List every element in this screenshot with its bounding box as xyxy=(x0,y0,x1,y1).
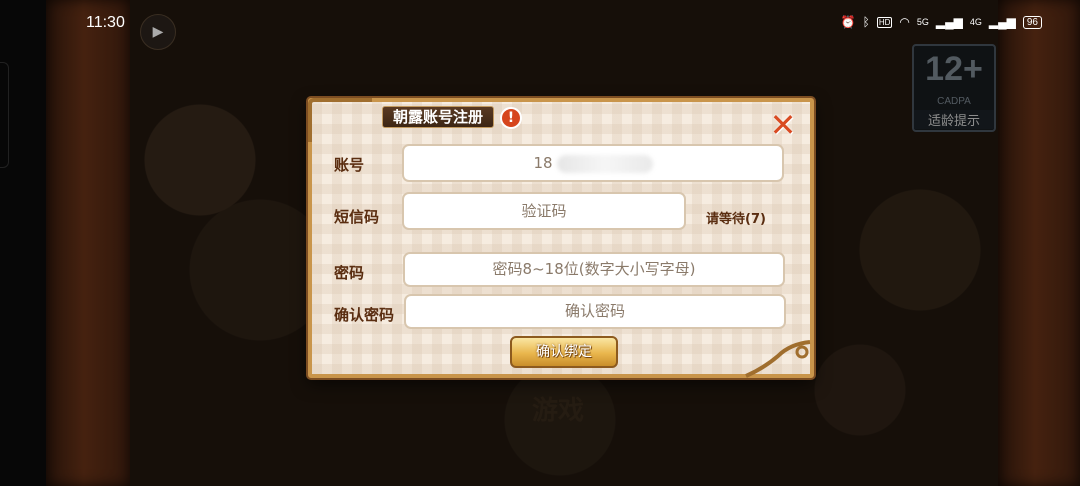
signal-5g-icon: 5G xyxy=(916,16,929,27)
redacted-mask xyxy=(556,154,653,173)
corner-ornament-tl xyxy=(308,98,372,142)
warning-icon[interactable]: ! xyxy=(500,107,522,129)
status-icons: ⏰ ᛒ HD ◠ 5G ▂▄▆ 4G ▂▄▆ 96 xyxy=(841,15,1042,29)
battery-icon: 96 xyxy=(1022,15,1042,29)
bluetooth-icon: ᛒ xyxy=(862,15,870,29)
account-field[interactable]: 18 xyxy=(402,144,784,182)
corner-ornament-br xyxy=(745,340,811,378)
sms-label: 短信码 xyxy=(334,208,380,226)
password-label: 密码 xyxy=(334,264,365,282)
hd-icon: HD xyxy=(876,16,893,28)
video-record-icon[interactable]: ▶ xyxy=(140,14,176,50)
confirm-password-label: 确认密码 xyxy=(334,306,395,324)
wifi-icon: ◠ xyxy=(899,15,910,29)
alarm-icon: ⏰ xyxy=(840,15,856,29)
signal-bars-icon: ▂▄▆ xyxy=(935,15,963,29)
register-dialog: 朝露账号注册 ! ✕ 账号 18 短信码 验证码 请等待(7) 密码 密码8~1… xyxy=(308,98,814,378)
signal-4g-icon: 4G xyxy=(969,16,982,27)
sms-code-field[interactable]: 验证码 xyxy=(402,192,686,230)
confirm-password-field[interactable]: 确认密码 xyxy=(404,294,786,329)
password-field[interactable]: 密码8~18位(数字大小写字母) xyxy=(403,252,785,287)
sms-wait-countdown: 请等待(7) xyxy=(706,212,766,227)
close-button[interactable]: ✕ xyxy=(768,109,798,141)
signal-bars-icon-2: ▂▄▆ xyxy=(988,15,1016,29)
account-label: 账号 xyxy=(334,156,365,174)
dialog-title: 朝露账号注册 xyxy=(382,106,495,128)
confirm-bind-button[interactable]: 确认绑定 xyxy=(510,336,618,368)
status-time: 11:30 xyxy=(86,14,125,31)
account-value: 18 xyxy=(533,154,553,172)
